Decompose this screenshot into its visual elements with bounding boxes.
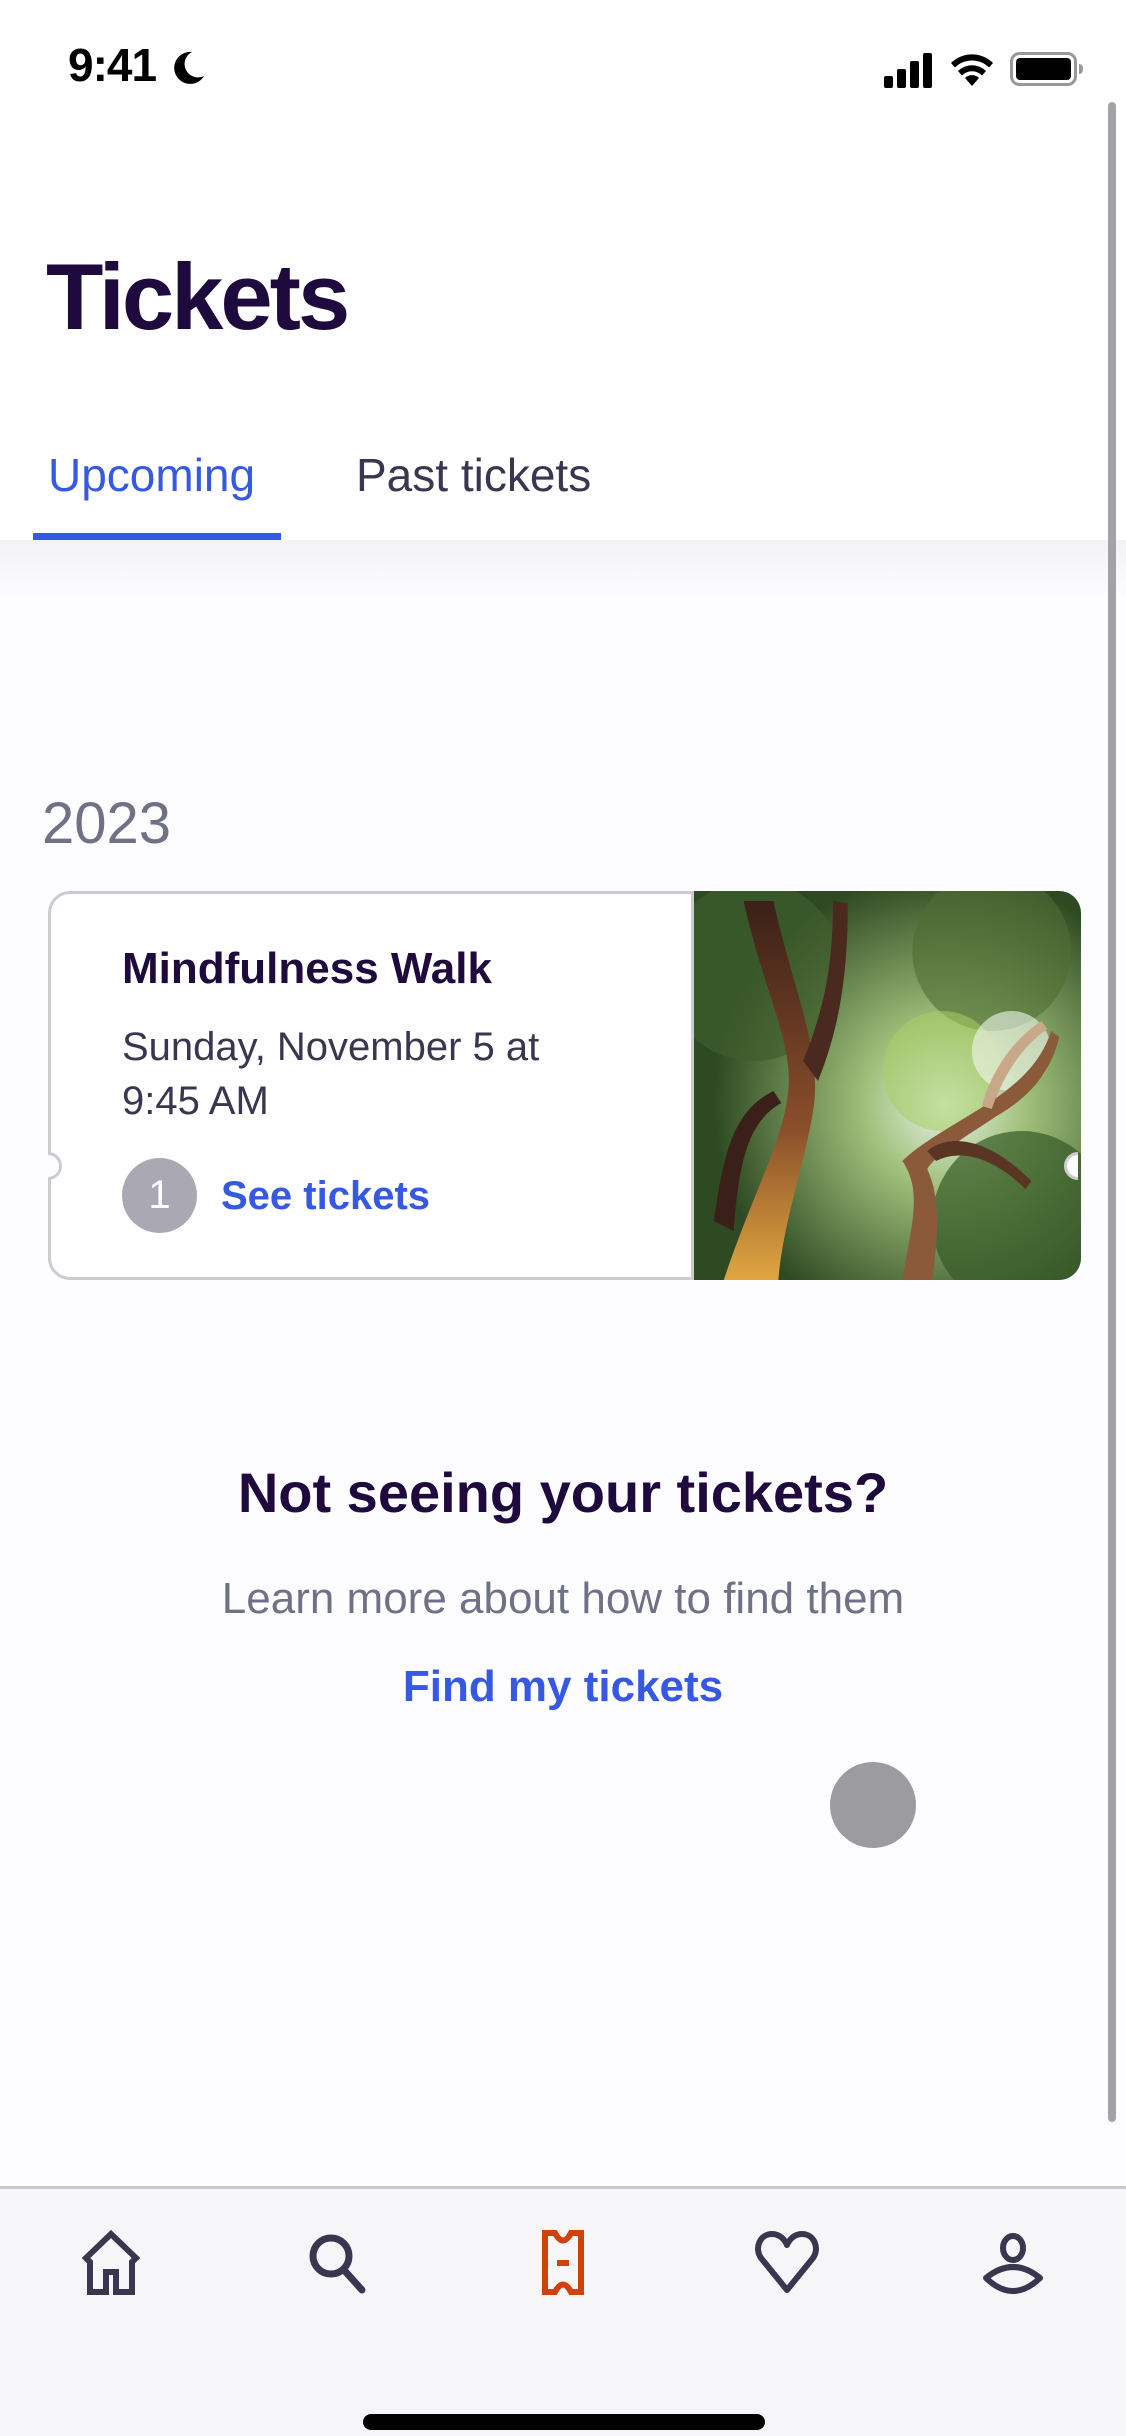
ticket-icon xyxy=(542,2230,584,2295)
active-tab-indicator xyxy=(33,533,281,540)
tab-bar-home[interactable] xyxy=(76,2228,146,2298)
tab-bar-tickets[interactable] xyxy=(528,2228,598,2298)
profile-icon xyxy=(983,2233,1043,2294)
battery-icon xyxy=(1010,52,1083,86)
moon-icon xyxy=(174,51,204,84)
ticket-card[interactable]: Mindfulness Walk Sunday, November 5 at 9… xyxy=(48,891,1081,1280)
heart-icon xyxy=(755,2231,819,2293)
status-bar: 9:41 xyxy=(0,0,1126,130)
home-icon xyxy=(81,2229,141,2295)
search-icon xyxy=(309,2234,366,2294)
wifi-icon xyxy=(951,54,993,86)
ticket-count-badge: 1 xyxy=(122,1158,197,1233)
tab-bar-search[interactable] xyxy=(302,2228,372,2298)
touch-indicator xyxy=(830,1762,916,1848)
see-tickets-link[interactable]: See tickets xyxy=(221,1174,430,1219)
tab-upcoming[interactable]: Upcoming xyxy=(48,452,255,498)
trees-canopy-photo xyxy=(694,891,1081,1280)
event-date: Sunday, November 5 at 9:45 AM xyxy=(122,1025,540,1123)
help-subtitle: Learn more about how to find them xyxy=(221,1574,905,1623)
tab-bar-profile[interactable] xyxy=(978,2228,1048,2298)
find-my-tickets-container: Find my tickets xyxy=(0,1662,1126,1712)
event-image[interactable] xyxy=(691,891,1081,1280)
scrollbar[interactable] xyxy=(1108,102,1116,2122)
bottom-tab-bar xyxy=(0,2186,1126,2436)
header-shadow xyxy=(0,540,1126,600)
tab-bar-likes[interactable] xyxy=(752,2228,822,2298)
event-title: Mindfulness Walk xyxy=(122,944,492,993)
ticket-notch-left xyxy=(48,1152,62,1180)
help-title: Not seeing your tickets? xyxy=(237,1461,889,1524)
page-title: Tickets xyxy=(46,244,350,349)
year-heading: 2023 xyxy=(42,791,172,856)
status-time: 9:41 xyxy=(68,39,157,91)
tab-past-tickets[interactable]: Past tickets xyxy=(356,452,591,498)
signal-icon xyxy=(884,53,932,88)
home-indicator[interactable] xyxy=(363,2414,765,2430)
find-my-tickets-link[interactable]: Find my tickets xyxy=(403,1662,723,1711)
